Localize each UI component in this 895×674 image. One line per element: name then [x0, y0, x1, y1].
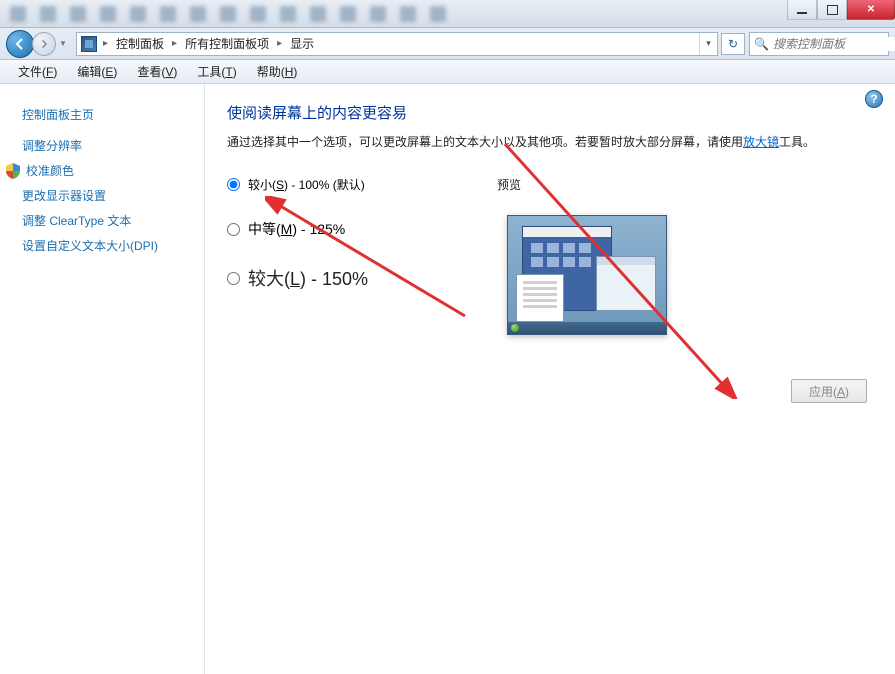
- chevron-right-icon[interactable]: ▸: [101, 38, 110, 49]
- radio-small[interactable]: 较小(S) - 100% (默认): [227, 176, 497, 193]
- sidebar-item-label: 调整分辨率: [22, 137, 82, 154]
- sidebar-item-label: 调整 ClearType 文本: [22, 212, 131, 229]
- radio-medium-input[interactable]: [227, 223, 240, 236]
- shield-icon: [6, 163, 20, 179]
- titlebar: [0, 0, 895, 28]
- apply-button[interactable]: 应用(A): [791, 379, 867, 403]
- chevron-right-icon[interactable]: ▸: [170, 38, 179, 49]
- menu-file[interactable]: 文件(F): [8, 63, 67, 80]
- sidebar-home[interactable]: 控制面板主页: [0, 102, 204, 133]
- titlebar-blur: [0, 0, 775, 28]
- menu-view[interactable]: 查看(V): [127, 63, 187, 80]
- sidebar-calibrate-color[interactable]: 校准颜色: [0, 158, 204, 183]
- search-input[interactable]: [773, 37, 895, 51]
- control-panel-icon: [81, 36, 97, 52]
- desc-text-pre: 通过选择其中一个选项，可以更改屏幕上的文本大小以及其他项。若要暂时放大部分屏幕，…: [227, 135, 743, 149]
- preview-thumbnail: [507, 215, 667, 335]
- sidebar-item-label: 校准颜色: [26, 162, 74, 179]
- sidebar-item-label: 更改显示器设置: [22, 187, 106, 204]
- main-area: 控制面板主页 调整分辨率 校准颜色 更改显示器设置 调整 ClearType 文…: [0, 84, 895, 674]
- menubar: 文件(F) 编辑(E) 查看(V) 工具(T) 帮助(H): [0, 60, 895, 84]
- radio-small-input[interactable]: [227, 178, 240, 191]
- options-column: 较小(S) - 100% (默认) 中等(M) - 125% 较大(L) - 1…: [227, 176, 497, 335]
- preview-label: 预览: [497, 176, 875, 193]
- chevron-right-icon[interactable]: ▸: [275, 38, 284, 49]
- radio-medium[interactable]: 中等(M) - 125%: [227, 219, 497, 239]
- address-dropdown[interactable]: ▾: [699, 33, 717, 55]
- address-bar[interactable]: ▸ 控制面板 ▸ 所有控制面板项 ▸ 显示 ▾: [76, 32, 718, 56]
- maximize-button[interactable]: [817, 0, 847, 20]
- preview-column: 预览: [497, 176, 875, 335]
- options-row: 较小(S) - 100% (默认) 中等(M) - 125% 较大(L) - 1…: [227, 176, 875, 335]
- sidebar-custom-dpi[interactable]: 设置自定义文本大小(DPI): [0, 233, 204, 258]
- menu-edit[interactable]: 编辑(E): [67, 63, 127, 80]
- minimize-button[interactable]: [787, 0, 817, 20]
- back-button[interactable]: [6, 30, 34, 58]
- radio-large-label: 较大(L) - 150%: [248, 265, 368, 291]
- help-icon[interactable]: ?: [865, 90, 883, 108]
- breadcrumb-control-panel[interactable]: 控制面板: [110, 33, 170, 55]
- thumb-taskbar: [508, 322, 666, 334]
- breadcrumb-all-items[interactable]: 所有控制面板项: [179, 33, 275, 55]
- sidebar: 控制面板主页 调整分辨率 校准颜色 更改显示器设置 调整 ClearType 文…: [0, 84, 205, 674]
- forward-button[interactable]: [32, 32, 56, 56]
- breadcrumb-display[interactable]: 显示: [284, 33, 320, 55]
- menu-tools[interactable]: 工具(T): [187, 63, 246, 80]
- magnifier-link[interactable]: 放大镜: [743, 135, 779, 149]
- window-controls: [787, 0, 895, 20]
- radio-large-input[interactable]: [227, 272, 240, 285]
- menu-help[interactable]: 帮助(H): [247, 63, 308, 80]
- nav-buttons: ▼: [0, 30, 76, 58]
- page-description: 通过选择其中一个选项，可以更改屏幕上的文本大小以及其他项。若要暂时放大部分屏幕，…: [227, 133, 875, 152]
- radio-medium-label: 中等(M) - 125%: [248, 219, 345, 239]
- close-button[interactable]: [847, 0, 895, 20]
- content-area: ? 使阅读屏幕上的内容更容易 通过选择其中一个选项，可以更改屏幕上的文本大小以及…: [205, 84, 895, 674]
- refresh-button[interactable]: ↻: [721, 33, 745, 55]
- address-row: ▼ ▸ 控制面板 ▸ 所有控制面板项 ▸ 显示 ▾ ↻ 🔍: [0, 28, 895, 60]
- page-title: 使阅读屏幕上的内容更容易: [227, 102, 875, 123]
- sidebar-resolution[interactable]: 调整分辨率: [0, 133, 204, 158]
- thumb-window-2: [516, 274, 564, 322]
- search-icon: 🔍: [754, 37, 769, 51]
- sidebar-item-label: 设置自定义文本大小(DPI): [22, 237, 158, 254]
- search-box[interactable]: 🔍: [749, 32, 889, 56]
- desc-text-post: 工具。: [779, 135, 815, 149]
- sidebar-display-settings[interactable]: 更改显示器设置: [0, 183, 204, 208]
- breadcrumb: ▸ 控制面板 ▸ 所有控制面板项 ▸ 显示: [101, 33, 699, 55]
- thumb-window-3: [596, 256, 656, 311]
- nav-history-dropdown[interactable]: ▼: [56, 32, 70, 56]
- sidebar-cleartype[interactable]: 调整 ClearType 文本: [0, 208, 204, 233]
- radio-large[interactable]: 较大(L) - 150%: [227, 265, 497, 291]
- radio-small-label: 较小(S) - 100% (默认): [248, 176, 365, 193]
